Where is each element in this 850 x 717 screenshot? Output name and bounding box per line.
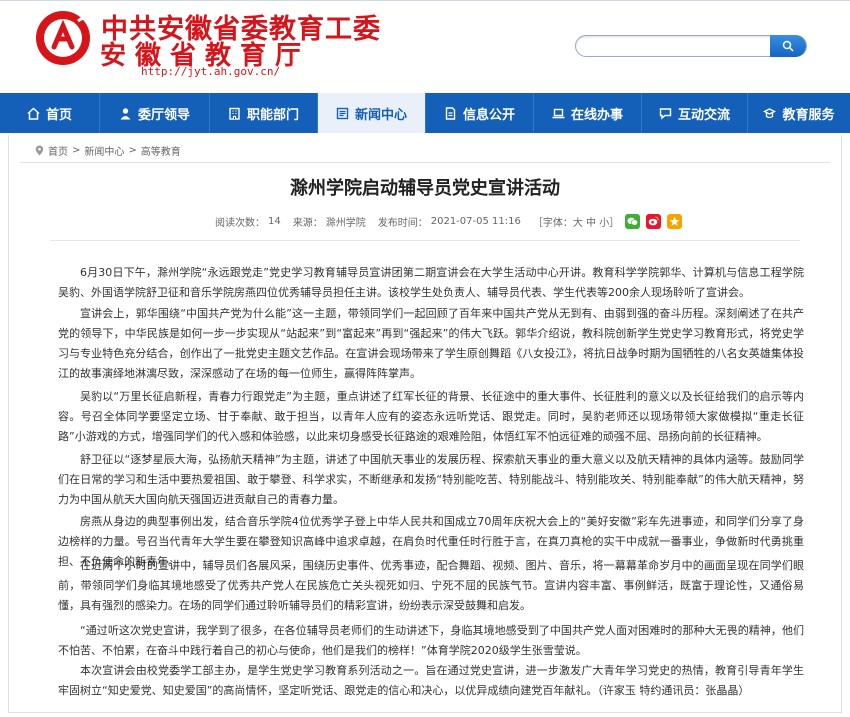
breadcrumb-separator: > — [128, 144, 137, 156]
laptop-icon — [552, 108, 565, 118]
nav-label: 互动交流 — [677, 107, 730, 123]
share-weibo-button[interactable] — [646, 213, 662, 229]
article-paragraph: 在近两个小时的宣讲中，辅导员们各展风采，围绕历史事件、优秀事迹，配合舞蹈、视频、… — [58, 559, 804, 612]
breadcrumb: 首页 > 新闻中心 > 高等教育 — [35, 142, 181, 158]
nav-label: 职能部门 — [246, 107, 299, 123]
time-label: 发布时间： — [377, 217, 428, 229]
nav-item-departments[interactable]: 职能部门 — [210, 93, 318, 133]
article-paragraph: 吴豹以“万里长征启新程，青春力行跟党走”为主题，重点讲述了红军长征的背景、长征途… — [58, 390, 804, 443]
user-icon — [120, 107, 131, 119]
site-header: 中共安徽省委教育工委 安徽省教育厅 http://jyt.ah.gov.cn/ — [0, 0, 850, 93]
site-logo[interactable] — [34, 9, 92, 67]
source-label: 来源： — [292, 217, 323, 229]
home-icon — [27, 106, 40, 120]
publish-time: 2021-07-05 11:16 — [430, 215, 521, 227]
nav-item-edu-service[interactable]: 教育服务 — [748, 93, 850, 133]
article-paragraph: 房燕从身边的典型事例出发，结合音乐学院4位优秀学子登上中华人民共和国成立70周年… — [58, 515, 804, 568]
star-icon — [669, 216, 680, 226]
nav-item-home[interactable]: 首页 — [0, 93, 100, 133]
search-icon — [782, 40, 794, 52]
article-body: 6月30日下午，滁州学院“永远跟党走”党史学习教育辅导员宣讲团第二期宣讲会在大学… — [58, 263, 804, 701]
nav-label: 教育服务 — [782, 107, 835, 123]
news-icon — [336, 107, 349, 119]
breadcrumb-news[interactable]: 新闻中心 — [84, 143, 124, 158]
article-title: 滁州学院启动辅导员党史宣讲活动 — [290, 178, 560, 199]
share-qzone-button[interactable] — [667, 213, 683, 229]
main-nav: 首页 委厅领导 职能部门 新闻中心 信息公开 在线办事 互动交流 教育服务 — [0, 93, 850, 133]
views-count: 14 — [268, 215, 281, 227]
wechat-icon — [627, 217, 639, 226]
site-url: http://jyt.ah.gov.cn/ — [141, 65, 281, 78]
article-paragraph: 宣讲会上，郭华围绕“中国共产党为什么能”这一主题，带领同学们一起回顾了百年来中国… — [58, 307, 804, 380]
nav-label: 信息公开 — [462, 107, 515, 123]
search-button[interactable] — [770, 35, 806, 57]
nav-label: 新闻中心 — [354, 107, 407, 123]
nav-item-news[interactable]: 新闻中心 — [318, 93, 426, 133]
divider — [20, 162, 830, 163]
breadcrumb-home[interactable]: 首页 — [48, 143, 68, 158]
font-size-switch[interactable]: ［字体：大 中 小］ — [533, 214, 619, 229]
nav-label: 在线办事 — [570, 107, 623, 123]
document-icon — [445, 106, 456, 120]
building-icon — [229, 107, 240, 120]
nav-item-interaction[interactable]: 互动交流 — [642, 93, 748, 133]
location-pin-icon — [35, 145, 44, 155]
article-paragraph: 舒卫征以“逐梦星辰大海，弘扬航天精神”为主题，讲述了中国航天事业的发展历程、探索… — [58, 453, 804, 506]
weibo-icon — [648, 216, 659, 226]
nav-item-disclosure[interactable]: 信息公开 — [426, 93, 534, 133]
chat-icon — [659, 107, 672, 119]
divider — [50, 240, 800, 241]
nav-label: 首页 — [45, 107, 72, 123]
article-paragraph: 本次宣讲会由校党委学工部主办，是学生党史学习教育系列活动之一。旨在通过党史宣讲，… — [58, 664, 804, 697]
nav-label: 委厅领导 — [137, 107, 190, 123]
service-icon — [763, 107, 777, 118]
breadcrumb-separator: > — [72, 144, 81, 156]
breadcrumb-higher-edu[interactable]: 高等教育 — [141, 143, 181, 158]
nav-item-online-service[interactable]: 在线办事 — [534, 93, 642, 133]
article-paragraph: “通过听这次党史宣讲，我学到了很多，在各位辅导员老师们的生动讲述下，身临其境地感… — [58, 624, 804, 657]
article-meta: 阅读次数： 14 来源： 滁州学院 发布时间： 2021-07-05 11:16… — [215, 211, 683, 231]
share-wechat-button[interactable] — [625, 213, 641, 229]
views-label: 阅读次数： — [215, 217, 265, 229]
nav-item-leaders[interactable]: 委厅领导 — [100, 93, 210, 133]
source-value: 滁州学院 — [325, 217, 366, 229]
article-paragraph: 6月30日下午，滁州学院“永远跟党走”党史学习教育辅导员宣讲团第二期宣讲会在大学… — [58, 266, 804, 299]
